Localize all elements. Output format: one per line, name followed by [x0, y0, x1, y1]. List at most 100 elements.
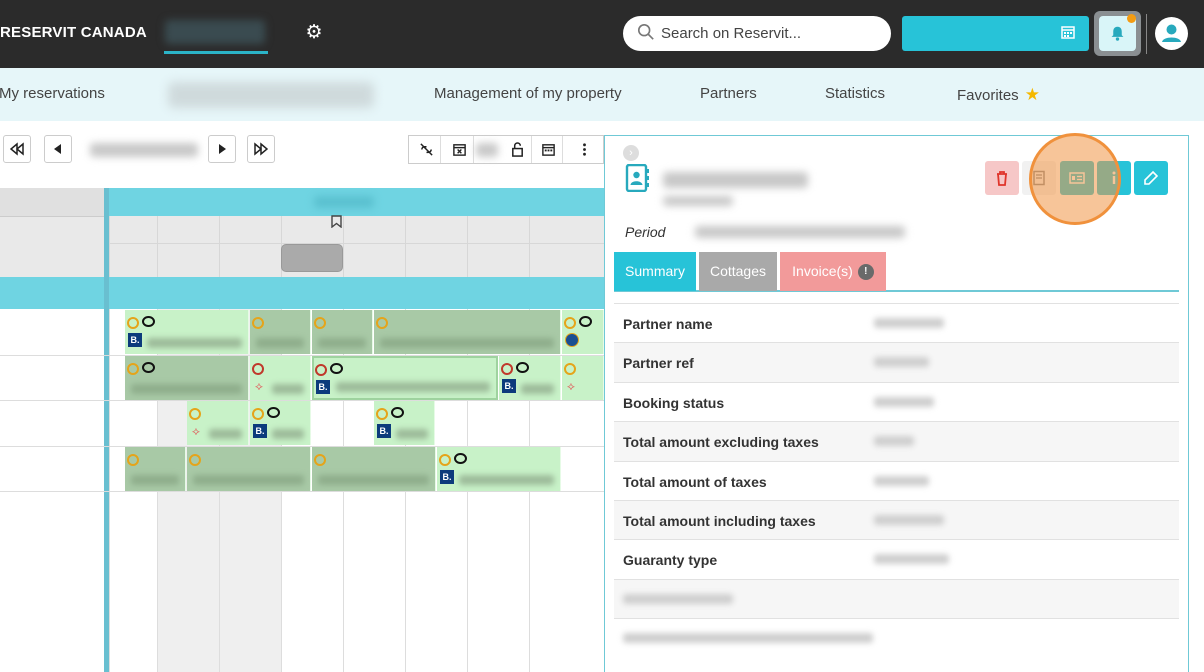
row-label: Partner name [623, 316, 713, 332]
triangle-left-icon [54, 144, 61, 154]
book-button[interactable] [1022, 161, 1056, 195]
star-icon: ★ [1024, 85, 1040, 104]
main-nav: My reservations Management of my propert… [0, 68, 1204, 121]
booking-block-selected[interactable]: B. [312, 356, 498, 400]
tab-invoices-label: Invoice(s) [792, 263, 853, 279]
booking-block[interactable] [187, 447, 311, 491]
detail-tabs: Summary Cottages Invoice(s)! [614, 252, 1179, 292]
table-row: Total amount including taxes [614, 499, 1179, 540]
edit-button[interactable] [1134, 161, 1168, 195]
search-box[interactable] [623, 16, 891, 51]
info-button[interactable] [1097, 161, 1131, 195]
calendar-icon [541, 144, 555, 156]
tab-invoices[interactable]: Invoice(s)! [780, 252, 886, 291]
period-value [695, 226, 905, 238]
address-book-icon [625, 164, 649, 192]
triangle-right-icon [219, 144, 226, 154]
days-header [109, 216, 604, 277]
collapse-panel-button[interactable]: › [623, 145, 639, 161]
calendar-close-button[interactable] [445, 136, 474, 163]
airbnb-icon: ⟡ [255, 379, 263, 393]
bookmark-icon[interactable] [331, 215, 342, 228]
user-avatar[interactable] [1155, 17, 1188, 50]
calendar-left-header [0, 188, 106, 216]
calendar-x-icon [452, 144, 466, 156]
more-options-button[interactable] [565, 136, 603, 163]
booking-block[interactable]: B. [499, 356, 561, 400]
bell-icon [1111, 26, 1124, 41]
booking-block[interactable]: ⟡ [187, 401, 249, 445]
booking-com-icon: B. [316, 380, 330, 394]
table-row [614, 618, 1179, 657]
booking-com-icon: B. [377, 424, 391, 438]
double-left-icon [10, 142, 24, 156]
guest-subtitle [663, 196, 733, 206]
last-period-button[interactable] [247, 135, 275, 163]
nav-statistics[interactable]: Statistics [825, 85, 885, 102]
booking-block[interactable]: B. [437, 447, 561, 491]
tab-cottages[interactable]: Cottages [699, 252, 777, 291]
status-circle-icon [439, 454, 451, 466]
first-period-button[interactable] [3, 135, 31, 163]
id-card-button[interactable] [1060, 161, 1094, 195]
status-circle-icon [127, 454, 139, 466]
booking-block[interactable] [125, 447, 186, 491]
booking-block[interactable] [125, 356, 249, 400]
comment-icon [579, 316, 592, 327]
book-icon [1033, 170, 1045, 186]
nav-favorites[interactable]: Favorites ★ [957, 85, 1040, 105]
booking-block[interactable]: ⟡ [250, 356, 311, 400]
nav-management[interactable]: Management of my property [434, 85, 622, 102]
notifications-button[interactable] [1094, 11, 1141, 56]
status-circle-icon [315, 364, 327, 376]
alert-icon: ! [857, 264, 874, 281]
row-label [623, 633, 873, 644]
calendar-view-button[interactable] [534, 136, 563, 163]
booking-block[interactable]: ⟡ [562, 356, 604, 400]
double-right-icon [254, 142, 268, 156]
date-picker-button[interactable] [902, 16, 1089, 51]
table-row: Partner ref [614, 342, 1179, 382]
status-circle-icon [564, 363, 576, 375]
globe-icon [565, 333, 579, 347]
reservation-detail-panel: › Period Summary Cottages Invoice(s)! Pa… [604, 133, 1189, 672]
comment-icon [391, 407, 404, 418]
nav-my-reservations[interactable]: My reservations [0, 85, 105, 102]
booking-block[interactable] [312, 447, 436, 491]
booking-block[interactable]: B. [125, 310, 249, 354]
booking-block[interactable] [374, 310, 561, 354]
booking-block[interactable] [562, 310, 604, 354]
booking-block[interactable] [312, 310, 373, 354]
booking-block[interactable]: B. [374, 401, 435, 445]
nav-blurred-item[interactable] [168, 82, 374, 108]
next-period-button[interactable] [208, 135, 236, 163]
search-input[interactable] [661, 22, 881, 44]
guest-name [663, 172, 808, 188]
status-circle-icon [501, 363, 513, 375]
comment-icon [516, 362, 529, 373]
search-icon [637, 23, 654, 40]
unlock-button[interactable] [503, 136, 532, 163]
hide-link-button[interactable] [412, 136, 441, 163]
today-marker[interactable] [281, 244, 343, 272]
notification-dot [1127, 14, 1136, 23]
status-circle-icon [314, 317, 326, 329]
date-range-label [90, 143, 198, 157]
comment-icon [142, 362, 155, 373]
booking-block[interactable] [250, 310, 311, 354]
status-circle-icon [376, 408, 388, 420]
blurred-tab[interactable] [165, 20, 265, 44]
gear-icon[interactable]: ⚙ [302, 21, 326, 45]
previous-period-button[interactable] [44, 135, 72, 163]
airbnb-icon: ⟡ [567, 379, 575, 393]
table-row: Partner name [614, 303, 1179, 342]
comment-icon [330, 363, 343, 374]
table-row: Guaranty type [614, 539, 1179, 578]
kebab-icon [582, 143, 586, 156]
delete-button[interactable] [985, 161, 1019, 195]
tab-summary[interactable]: Summary [614, 252, 696, 291]
booking-com-icon: B. [253, 424, 267, 438]
status-circle-icon [376, 317, 388, 329]
booking-block[interactable]: B. [250, 401, 311, 445]
nav-partners[interactable]: Partners [700, 85, 757, 102]
